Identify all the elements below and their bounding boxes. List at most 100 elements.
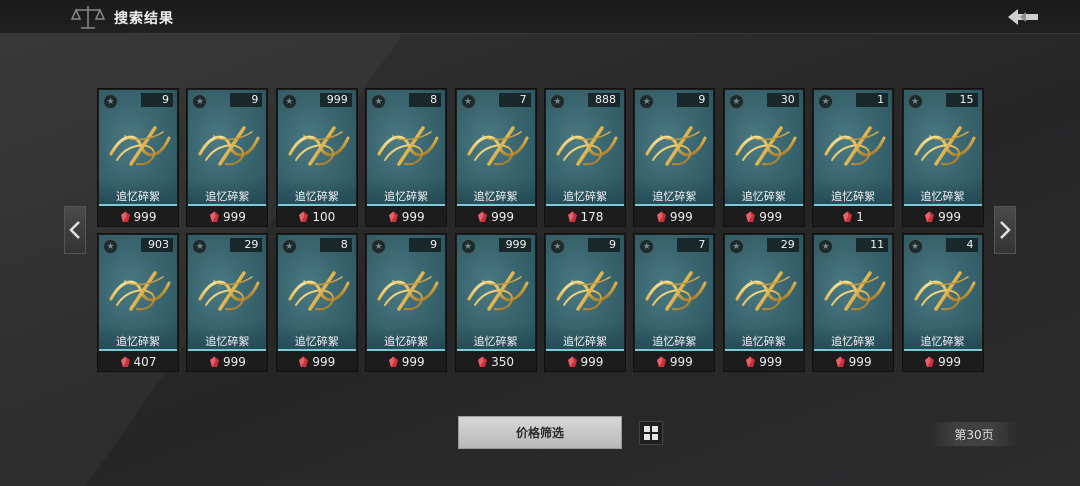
red-gem-icon — [120, 211, 130, 222]
item-count: 8 — [409, 93, 442, 107]
item-card[interactable]: ★ 4 追忆碎絮 999 — [901, 233, 984, 372]
grid-view-button[interactable] — [639, 421, 663, 445]
item-count: 29 — [230, 238, 263, 252]
item-card[interactable]: ★ 29 追忆碎絮 999 — [722, 233, 805, 372]
item-count: 30 — [766, 93, 799, 107]
item-quality-badge: ★ — [728, 239, 744, 254]
red-gem-icon — [120, 356, 130, 367]
price-row: 999 — [634, 353, 714, 371]
item-card[interactable]: ★ 9 追忆碎絮 999 — [97, 88, 179, 227]
item-count: 4 — [945, 238, 978, 252]
price-row: 100 — [277, 208, 357, 226]
item-quality-badge: ★ — [281, 239, 297, 254]
item-art: ★ 8 追忆碎絮 — [367, 90, 446, 205]
red-gem-icon — [835, 356, 845, 367]
golden-ribbon-icon — [198, 271, 260, 311]
item-count: 903 — [141, 238, 173, 252]
item-count: 9 — [141, 93, 173, 107]
item-price: 999 — [938, 210, 961, 224]
item-card[interactable]: ★ 9 追忆碎絮 999 — [633, 88, 716, 227]
price-row: 999 — [366, 353, 446, 371]
item-card[interactable]: ★ 8 追忆碎絮 999 — [365, 88, 448, 227]
item-name: 追忆碎絮 — [741, 335, 786, 348]
item-art: ★ 29 追忆碎絮 — [188, 235, 267, 350]
price-row: 178 — [545, 208, 625, 226]
item-card[interactable]: ★ 888 追忆碎絮 178 — [543, 88, 626, 227]
card-divider — [99, 349, 177, 351]
card-divider — [456, 349, 535, 351]
item-name: 追忆碎絮 — [294, 190, 339, 203]
item-price: 999 — [401, 210, 425, 224]
item-art: ★ 9 追忆碎絮 — [545, 235, 624, 350]
item-card[interactable]: ★ 9 追忆碎絮 999 — [365, 233, 448, 372]
red-gem-icon — [746, 356, 756, 367]
scale-icon — [70, 6, 106, 29]
item-price: 999 — [580, 355, 604, 369]
item-name: 追忆碎絮 — [741, 190, 786, 203]
red-gem-icon — [299, 211, 309, 222]
item-card[interactable]: ★ 29 追忆碎絮 999 — [186, 233, 269, 372]
item-quality-badge: ★ — [371, 239, 387, 254]
prev-page-button[interactable] — [64, 206, 86, 254]
card-divider — [724, 204, 803, 206]
item-card[interactable]: ★ 999 追忆碎絮 100 — [275, 88, 358, 227]
item-art: ★ 999 追忆碎絮 — [456, 235, 535, 350]
price-filter-button[interactable]: 价格筛选 — [458, 416, 622, 449]
item-name: 追忆碎絮 — [473, 190, 518, 203]
red-gem-icon — [567, 211, 577, 222]
card-divider — [99, 204, 177, 206]
price-row: 999 — [813, 353, 893, 371]
card-divider — [188, 204, 267, 206]
item-art: ★ 999 追忆碎絮 — [277, 90, 356, 205]
item-card[interactable]: ★ 11 追忆碎絮 999 — [812, 233, 895, 372]
item-quality-badge: ★ — [103, 239, 118, 254]
back-arrow-icon[interactable] — [1006, 6, 1040, 28]
item-count: 9 — [230, 93, 263, 107]
item-card[interactable]: ★ 7 追忆碎絮 999 — [454, 88, 537, 227]
item-card[interactable]: ★ 8 追忆碎絮 999 — [275, 233, 358, 372]
price-row: 1 — [813, 208, 893, 226]
item-quality-badge: ★ — [371, 94, 387, 109]
item-card[interactable]: ★ 15 追忆碎絮 999 — [901, 88, 984, 227]
item-quality-badge: ★ — [192, 94, 208, 109]
card-divider — [277, 204, 356, 206]
item-quality-badge: ★ — [818, 94, 834, 109]
golden-ribbon-icon — [109, 126, 171, 166]
item-quality-badge: ★ — [549, 94, 565, 109]
item-card[interactable]: ★ 9 追忆碎絮 999 — [186, 88, 269, 227]
item-quality-badge: ★ — [103, 94, 118, 109]
item-quality-badge: ★ — [460, 239, 476, 254]
item-name: 追忆碎絮 — [562, 190, 607, 203]
golden-ribbon-icon — [914, 271, 976, 311]
item-name: 追忆碎絮 — [920, 190, 965, 203]
item-quality-badge: ★ — [907, 239, 923, 254]
page-title: 搜索结果 — [114, 11, 174, 27]
price-row: 999 — [545, 353, 625, 371]
golden-ribbon-icon — [467, 126, 529, 166]
item-card[interactable]: ★ 9 追忆碎絮 999 — [543, 233, 626, 372]
next-page-button[interactable] — [994, 206, 1016, 254]
golden-ribbon-icon — [735, 271, 797, 311]
card-divider — [545, 349, 624, 351]
red-gem-icon — [843, 211, 853, 222]
golden-ribbon-icon — [198, 126, 260, 166]
red-gem-icon — [209, 356, 219, 367]
item-art: ★ 9 追忆碎絮 — [367, 235, 446, 350]
item-card[interactable]: ★ 1 追忆碎絮 1 — [812, 88, 895, 227]
price-row: 999 — [98, 208, 178, 226]
item-art: ★ 903 追忆碎絮 — [99, 235, 177, 350]
item-card[interactable]: ★ 999 追忆碎絮 350 — [454, 233, 537, 372]
item-card[interactable]: ★ 30 追忆碎絮 999 — [722, 88, 805, 227]
item-count: 999 — [498, 238, 531, 252]
item-card[interactable]: ★ 903 追忆碎絮 407 — [97, 233, 179, 372]
item-card[interactable]: ★ 7 追忆碎絮 999 — [633, 233, 716, 372]
card-divider — [814, 349, 893, 351]
item-name: 追忆碎絮 — [473, 335, 518, 348]
red-gem-icon — [656, 211, 666, 222]
item-count: 1 — [856, 93, 889, 107]
item-count: 9 — [587, 238, 620, 252]
red-gem-icon — [388, 356, 398, 367]
item-quality-badge: ★ — [281, 94, 297, 109]
price-row: 999 — [903, 353, 983, 371]
item-count: 7 — [498, 93, 531, 107]
